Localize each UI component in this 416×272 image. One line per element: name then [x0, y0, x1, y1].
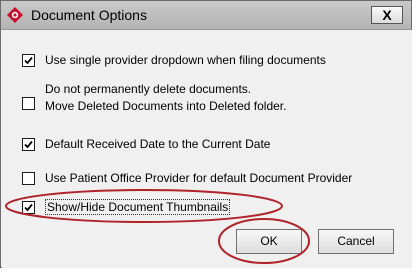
checkbox-no-permanent-delete[interactable]: [22, 97, 35, 110]
close-button[interactable]: X: [371, 6, 403, 24]
option-label: Show/Hide Document Thumbnails: [45, 199, 231, 215]
checkmark-icon: [24, 203, 33, 212]
cancel-button[interactable]: Cancel: [318, 229, 394, 254]
checkmark-icon: [24, 140, 33, 149]
checkbox-patient-office-provider[interactable]: [22, 172, 35, 185]
option-label: Use Patient Office Provider for default …: [45, 171, 353, 185]
checkmark-icon: [24, 56, 33, 65]
option-label-line2: Move Deleted Documents into Deleted fold…: [45, 99, 287, 113]
ok-button[interactable]: OK: [236, 229, 302, 254]
option-label: Use single provider dropdown when filing…: [45, 53, 326, 67]
checkbox-default-received-date[interactable]: [22, 138, 35, 151]
window-title: Document Options: [31, 7, 147, 23]
document-options-dialog: Document Options X Use single provider d…: [0, 0, 412, 268]
focused-label: Show/Hide Document Thumbnails: [45, 199, 231, 215]
app-diamond-icon: [7, 7, 23, 23]
option-label-line1: Do not permanently delete documents.: [45, 82, 252, 96]
title-bar[interactable]: Document Options X: [1, 1, 411, 30]
checkbox-single-provider[interactable]: [22, 54, 35, 67]
option-label: Do not permanently delete documents. Mov…: [45, 82, 286, 113]
option-label: Default Received Date to the Current Dat…: [45, 137, 271, 151]
checkbox-show-hide-thumbnails[interactable]: [22, 201, 35, 214]
dialog-content: Use single provider dropdown when filing…: [2, 30, 412, 268]
